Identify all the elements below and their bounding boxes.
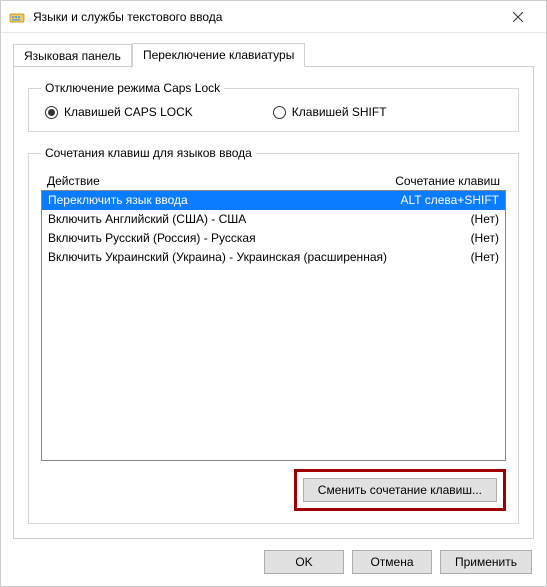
capslock-radio-row: Клавишей CAPS LOCK Клавишей SHIFT [41,105,506,119]
list-row[interactable]: Включить Украинский (Украина) - Украинск… [42,248,505,267]
radio-capslock[interactable]: Клавишей CAPS LOCK [45,105,193,119]
list-row[interactable]: Включить Русский (Россия) - Русская(Нет) [42,229,505,248]
content-area: Языковая панель Переключение клавиатуры … [1,33,546,540]
list-row-combo: (Нет) [465,249,499,266]
list-row[interactable]: Переключить язык вводаALT слева+SHIFT [42,191,505,210]
list-row-action: Переключить язык ввода [48,192,395,209]
column-combo-header: Сочетание клавиш [395,174,500,188]
ok-button[interactable]: OK [264,550,344,574]
radio-dot-icon [273,106,286,119]
window-title: Языки и службы текстового ввода [33,10,498,24]
list-row-action: Включить Русский (Россия) - Русская [48,230,465,247]
hotkeys-group: Сочетания клавиш для языков ввода Действ… [28,146,519,524]
tab-panel: Отключение режима Caps Lock Клавишей CAP… [13,66,534,539]
capslock-legend: Отключение режима Caps Lock [41,81,224,95]
list-row-combo: (Нет) [465,230,499,247]
list-row[interactable]: Включить Английский (США) - США(Нет) [42,210,505,229]
radio-capslock-label: Клавишей CAPS LOCK [64,105,193,119]
list-row-action: Включить Английский (США) - США [48,211,465,228]
radio-shift-label: Клавишей SHIFT [292,105,387,119]
list-row-action: Включить Украинский (Украина) - Украинск… [48,249,465,266]
dialog-window: Языки и службы текстового ввода Языковая… [0,0,547,587]
radio-shift[interactable]: Клавишей SHIFT [273,105,387,119]
annotation-highlight: Сменить сочетание клавиш... [294,469,506,511]
tab-keyboard-switching[interactable]: Переключение клавиатуры [132,43,305,67]
close-button[interactable] [498,3,538,31]
change-hotkey-button[interactable]: Сменить сочетание клавиш... [303,478,497,502]
dialog-footer: OK Отмена Применить [1,540,546,586]
capslock-group: Отключение режима Caps Lock Клавишей CAP… [28,81,519,132]
radio-dot-icon [45,106,58,119]
hotkeys-legend: Сочетания клавиш для языков ввода [41,146,256,160]
window-icon [9,9,25,25]
tab-strip: Языковая панель Переключение клавиатуры [13,43,534,67]
titlebar: Языки и службы текстового ввода [1,1,546,33]
list-row-combo: (Нет) [465,211,499,228]
hotkeys-listbox[interactable]: Переключить язык вводаALT слева+SHIFTВкл… [41,190,506,461]
list-row-combo: ALT слева+SHIFT [395,192,500,209]
column-action-header: Действие [47,174,395,188]
list-header: Действие Сочетание клавиш [41,170,506,190]
apply-button[interactable]: Применить [440,550,532,574]
cancel-button[interactable]: Отмена [352,550,432,574]
tab-language-panel[interactable]: Языковая панель [13,44,132,68]
